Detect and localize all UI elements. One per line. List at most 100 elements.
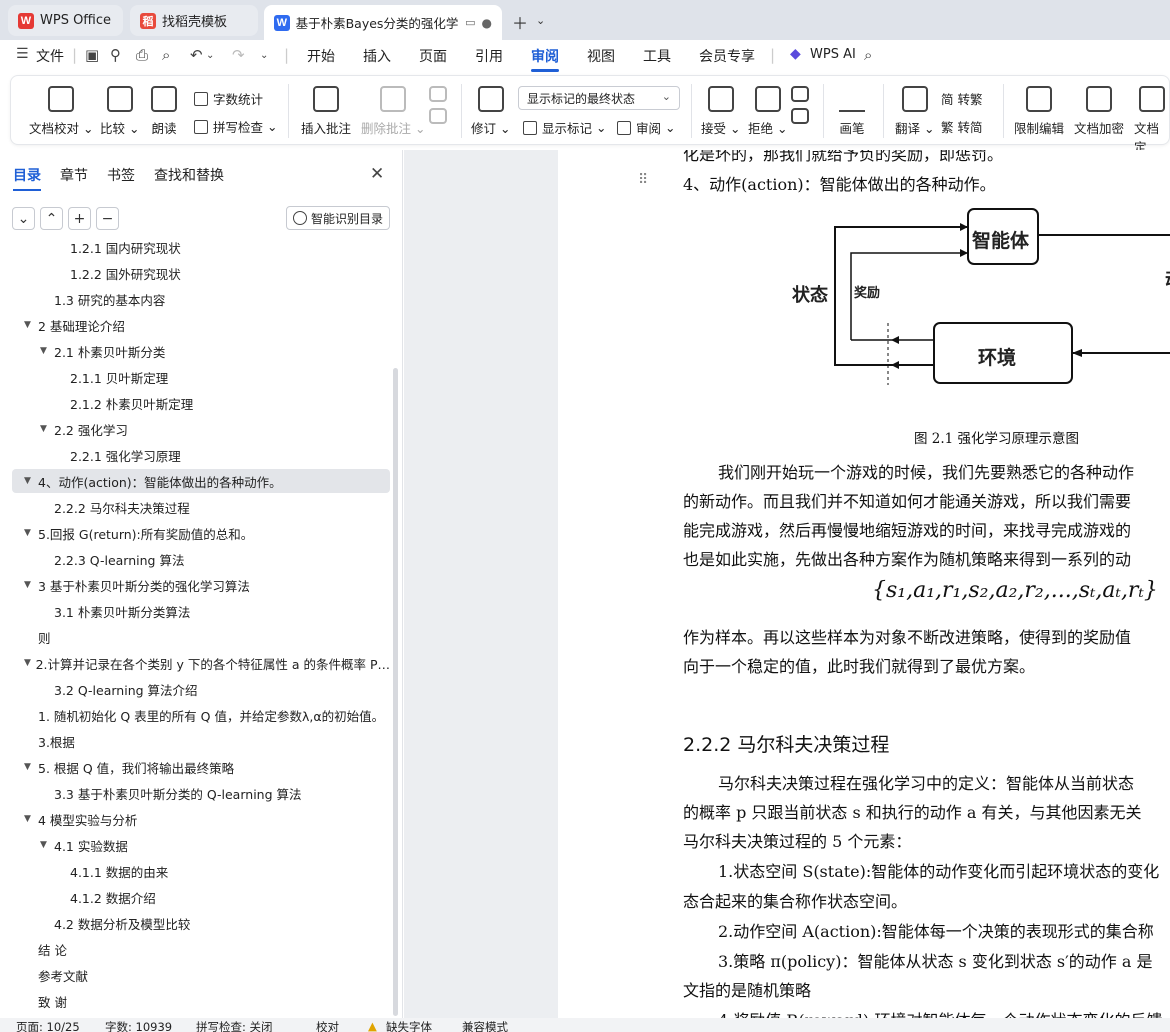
word-count-button[interactable]: 字数统计: [194, 89, 263, 108]
remove-heading-button[interactable]: −: [96, 207, 119, 230]
move-up-button[interactable]: ⌃: [40, 207, 63, 230]
prev-comment-button[interactable]: [429, 86, 447, 124]
menu-member[interactable]: 会员专享: [699, 46, 755, 66]
undo-dropdown-icon[interactable]: ⌄: [206, 50, 214, 61]
expand-arrow-icon[interactable]: ▼: [24, 320, 38, 330]
menu-reference[interactable]: 引用: [475, 46, 503, 66]
doc-proofread-button[interactable]: 文档校对 ⌄: [29, 86, 93, 137]
word-count-status[interactable]: 字数: 10939: [105, 1019, 172, 1032]
to-simplified-button[interactable]: 繁 转简: [941, 117, 982, 136]
menu-wps-ai[interactable]: WPS AI: [810, 47, 856, 62]
menu-view[interactable]: 视图: [587, 46, 615, 66]
revise-button[interactable]: 修订 ⌄: [471, 86, 510, 137]
prev-change-button[interactable]: [791, 86, 809, 124]
toc-item[interactable]: ▼ 5.回报 G(return):所有奖励值的总和。: [12, 521, 390, 545]
to-traditional-button[interactable]: 简 转繁: [941, 89, 982, 108]
restrict-edit-button[interactable]: 限制编辑: [1014, 86, 1064, 137]
toc-item[interactable]: 2.2.2 马尔科夫决策过程: [12, 495, 390, 519]
expand-arrow-icon[interactable]: ▼: [40, 840, 54, 850]
smart-toc-button[interactable]: 智能识别目录: [286, 206, 390, 230]
menu-review[interactable]: 审阅: [531, 46, 559, 72]
document-page[interactable]: 化是坏的，那我们就给予负的奖励，即惩罚。 ⠿ 4、动作(action)：智能体做…: [558, 150, 1170, 1018]
toc-item[interactable]: ▼ 2.2 强化学习: [12, 417, 390, 441]
tab-toc[interactable]: 目录: [13, 165, 41, 191]
toc-scrollbar[interactable]: [393, 368, 398, 1016]
accept-button[interactable]: 接受 ⌄: [701, 86, 740, 137]
page-indicator[interactable]: 页面: 10/25: [16, 1019, 80, 1032]
new-tab-icon[interactable]: ＋: [512, 10, 528, 34]
toc-item[interactable]: ▼ 4.1 实验数据: [12, 833, 390, 857]
toc-item[interactable]: 3.根据: [12, 729, 390, 753]
toc-item[interactable]: ▼ 2.计算并记录在各个类别 y 下的各个特征属性 a 的条件概率 P…: [12, 651, 390, 675]
expand-arrow-icon[interactable]: ▼: [24, 814, 38, 824]
chevron-down-icon[interactable]: ⌄: [536, 14, 545, 27]
expand-arrow-icon[interactable]: ▼: [24, 762, 38, 772]
compare-button[interactable]: 比较 ⌄: [100, 86, 139, 137]
toc-item[interactable]: 2.2.1 强化学习原理: [12, 443, 390, 467]
toc-item[interactable]: 结 论: [12, 937, 390, 961]
spell-check-status[interactable]: 拼写检查: 关闭: [196, 1019, 273, 1032]
search-icon[interactable]: ⌕: [864, 46, 872, 64]
toc-item[interactable]: 1.2.1 国内研究现状: [12, 235, 390, 259]
menu-insert[interactable]: 插入: [363, 46, 391, 66]
toc-item[interactable]: 参考文献: [12, 963, 390, 987]
toc-item[interactable]: 2.1.2 朴素贝叶斯定理: [12, 391, 390, 415]
reject-button[interactable]: 拒绝 ⌄: [748, 86, 787, 137]
link-icon[interactable]: ⚲: [110, 46, 121, 64]
toc-item[interactable]: 3.2 Q-learning 算法介绍: [12, 677, 390, 701]
toc-item[interactable]: 4.1.2 数据介绍: [12, 885, 390, 909]
collapse-all-button[interactable]: ⌄: [12, 207, 35, 230]
encrypt-button[interactable]: 文档加密: [1074, 86, 1124, 137]
expand-arrow-icon[interactable]: ▼: [24, 658, 36, 668]
tab-templates[interactable]: 稻 找稻壳模板: [130, 5, 258, 36]
toc-item[interactable]: 2.2.3 Q-learning 算法: [12, 547, 390, 571]
toc-item[interactable]: 1.2.2 国外研究现状: [12, 261, 390, 285]
add-heading-button[interactable]: +: [68, 207, 91, 230]
insert-comment-button[interactable]: 插入批注: [301, 86, 351, 137]
toc-item[interactable]: ▼ 5. 根据 Q 值，我们将输出最终策略: [12, 755, 390, 779]
monitor-icon[interactable]: ▭: [465, 16, 475, 29]
undo-icon[interactable]: ↶: [190, 46, 203, 64]
menu-file[interactable]: 文件: [36, 46, 64, 66]
tab-document[interactable]: W 基于朴素Bayes分类的强化学 ▭ ●: [264, 5, 502, 40]
menu-page[interactable]: 页面: [419, 46, 447, 66]
missing-font-status[interactable]: 缺失字体: [386, 1019, 432, 1032]
hamburger-icon[interactable]: ☰: [16, 46, 29, 62]
delete-comment-button[interactable]: 删除批注 ⌄: [361, 86, 425, 137]
expand-arrow-icon[interactable]: ▼: [40, 424, 54, 434]
toc-item[interactable]: ▼ 4 模型实验与分析: [12, 807, 390, 831]
proof-status[interactable]: 校对: [316, 1019, 339, 1032]
toc-item[interactable]: ▼ 3 基于朴素贝叶斯分类的强化学习算法: [12, 573, 390, 597]
redo-icon[interactable]: ↷: [232, 46, 245, 64]
pen-button[interactable]: 画笔: [839, 86, 865, 137]
expand-arrow-icon[interactable]: ▼: [24, 580, 38, 590]
print-icon[interactable]: ⎙: [136, 46, 148, 64]
toc-item[interactable]: 3.1 朴素贝叶斯分类算法: [12, 599, 390, 623]
close-icon[interactable]: ✕: [370, 164, 384, 184]
toc-item[interactable]: 则: [12, 625, 390, 649]
toc-item[interactable]: 2.1.1 贝叶斯定理: [12, 365, 390, 389]
menu-start[interactable]: 开始: [307, 46, 335, 66]
tab-wps-office[interactable]: W WPS Office: [8, 5, 123, 36]
toc-item[interactable]: 3.3 基于朴素贝叶斯分类的 Q-learning 算法: [12, 781, 390, 805]
translate-button[interactable]: 翻译 ⌄: [895, 86, 934, 137]
markup-display-select[interactable]: 显示标记的最终状态 ⌄: [518, 86, 680, 110]
read-aloud-button[interactable]: 朗读: [151, 86, 177, 137]
toc-item[interactable]: 1. 随机初始化 Q 表里的所有 Q 值，并给定参数λ,α的初始值。: [12, 703, 390, 727]
toc-item[interactable]: 4.2 数据分析及模型比较: [12, 911, 390, 935]
menu-tools[interactable]: 工具: [643, 46, 671, 66]
expand-arrow-icon[interactable]: ▼: [24, 476, 38, 486]
expand-arrow-icon[interactable]: ▼: [24, 528, 38, 538]
toc-item[interactable]: ▼ 2 基础理论介绍: [12, 313, 390, 337]
drag-handle-icon[interactable]: ⠿: [638, 172, 648, 188]
toc-item[interactable]: 4.1.1 数据的由来: [12, 859, 390, 883]
close-dot-icon[interactable]: ●: [482, 16, 492, 30]
toc-item[interactable]: 1.3 研究的基本内容: [12, 287, 390, 311]
toc-item[interactable]: 致 谢: [12, 989, 390, 1013]
spell-check-button[interactable]: 拼写检查 ⌄: [194, 117, 277, 136]
review-pane-button[interactable]: 审阅 ⌄: [617, 118, 675, 137]
expand-arrow-icon[interactable]: ▼: [40, 346, 54, 356]
finalize-button[interactable]: 文档定: [1134, 86, 1169, 156]
tab-find-replace[interactable]: 查找和替换: [154, 165, 224, 185]
toc-item[interactable]: ▼ 4、动作(action)：智能体做出的各种动作。: [12, 469, 390, 493]
